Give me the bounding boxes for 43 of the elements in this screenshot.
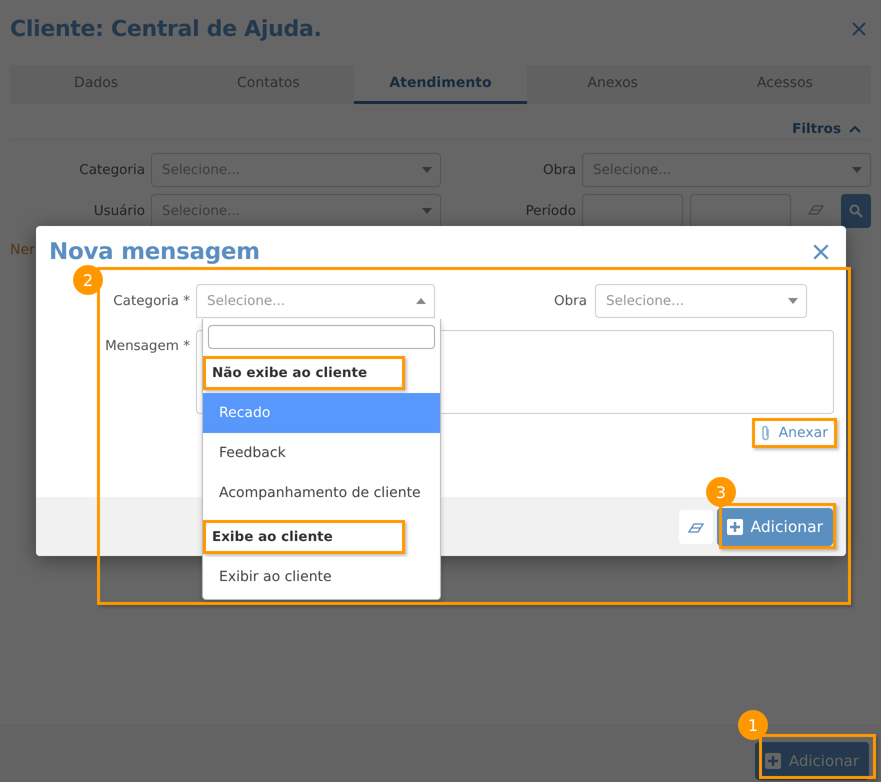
caret-icon — [422, 167, 432, 173]
field-label: Categoria — [78, 162, 145, 178]
plus-icon — [726, 518, 743, 534]
search-icon — [849, 204, 863, 218]
caret-icon — [852, 167, 862, 173]
add-button[interactable]: Adicionar — [754, 742, 869, 780]
dropdown-option[interactable]: Recado — [203, 393, 440, 433]
plus-icon — [764, 753, 781, 769]
dropdown-option[interactable]: Feedback — [203, 433, 440, 473]
field-label: Obra — [542, 162, 576, 178]
option-group-label: Exibe ao cliente — [203, 520, 405, 554]
page-title: Cliente: Central de Ajuda. — [10, 16, 322, 42]
close-icon[interactable] — [812, 243, 830, 261]
option-group-label: Não exibe ao cliente — [203, 356, 405, 390]
dropdown-option[interactable]: Exibir ao cliente — [203, 557, 440, 597]
search-button[interactable] — [841, 194, 871, 228]
field-label: Mensagem * — [104, 337, 191, 354]
date-field[interactable] — [690, 194, 791, 228]
attach-button[interactable]: Anexar — [752, 418, 837, 448]
chevron-up-icon — [849, 124, 861, 132]
select-field[interactable]: Selecione... — [595, 284, 807, 318]
close-icon[interactable] — [851, 21, 867, 37]
filters-toggle[interactable]: Filtros — [792, 118, 861, 139]
caret-icon — [788, 298, 798, 304]
date-field[interactable] — [582, 194, 683, 228]
tab[interactable]: Atendimento — [354, 65, 527, 104]
notice-text: Ner — [9, 241, 36, 258]
modal-title: Nova mensagem — [49, 239, 260, 265]
field-label: Período — [524, 203, 576, 219]
paperclip-icon — [760, 425, 771, 441]
field-label: Usuário — [92, 203, 145, 219]
dropdown-search-field[interactable] — [208, 325, 435, 349]
eraser-icon — [688, 520, 704, 532]
step-number: 1 — [738, 710, 768, 740]
eraser-icon — [808, 203, 824, 215]
dropdown-option[interactable]: Acompanhamento de cliente — [203, 473, 440, 513]
field-label: Obra — [554, 293, 587, 309]
caret-icon — [416, 298, 426, 304]
add-button[interactable]: Adicionar — [716, 508, 833, 546]
field-label: Categoria * — [112, 293, 191, 309]
caret-icon — [422, 208, 432, 214]
clear-button[interactable] — [678, 510, 713, 544]
select-field[interactable]: Selecione... — [196, 284, 435, 318]
